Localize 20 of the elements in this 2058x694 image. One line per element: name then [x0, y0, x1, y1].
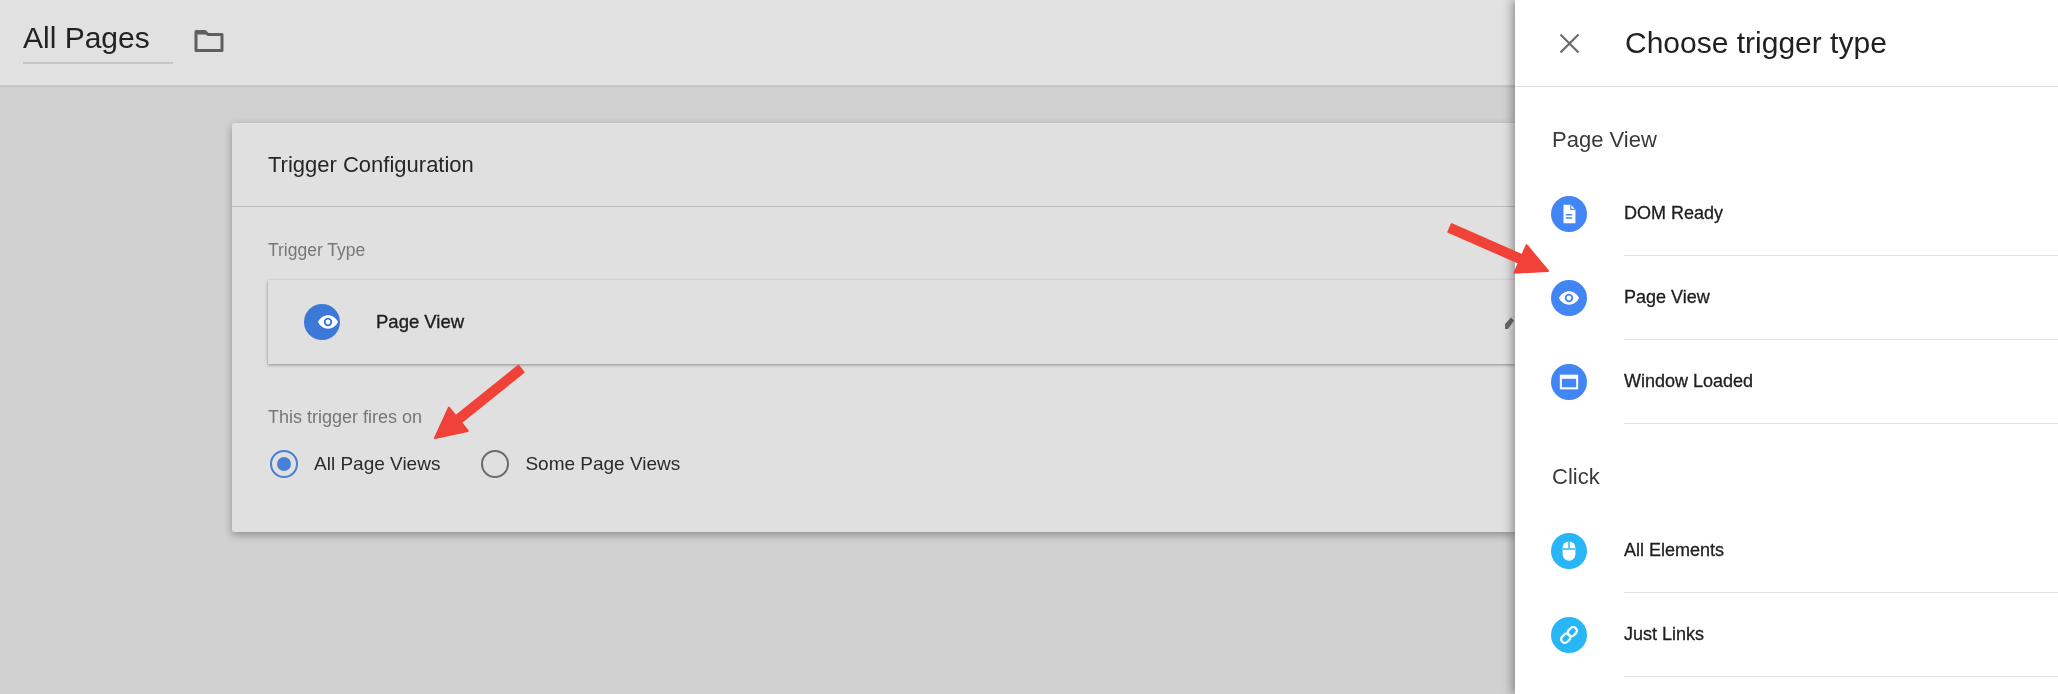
trigger-type-option[interactable]: All Elements [1515, 509, 2058, 593]
radio-label[interactable]: All Page Views [314, 453, 441, 475]
section-heading: Click [1552, 464, 1600, 490]
field-label: Trigger Type [268, 240, 366, 260]
trigger-type-option[interactable]: Just Links [1515, 593, 2058, 677]
trigger-type-selector[interactable]: Page View [268, 280, 1515, 364]
folder-icon[interactable] [194, 29, 224, 53]
name-field[interactable]: All Pages [23, 20, 173, 64]
radio-button[interactable] [481, 450, 510, 478]
radio-label[interactable]: Some Page Views [525, 453, 681, 475]
close-icon[interactable] [1559, 32, 1580, 54]
trigger-type-option[interactable]: Page View [1515, 256, 2058, 340]
field-label: This trigger fires on [268, 407, 423, 427]
radio-button[interactable] [270, 450, 298, 478]
trigger-type-option[interactable]: DOM Ready [1515, 172, 2058, 256]
section-heading: Page View [1552, 127, 1657, 153]
card-title: Trigger Configuration [268, 151, 474, 178]
eye-icon [304, 304, 340, 340]
panel-title: Choose trigger type [1625, 26, 1887, 60]
trigger-type-option[interactable]: Window Loaded [1515, 340, 2058, 424]
